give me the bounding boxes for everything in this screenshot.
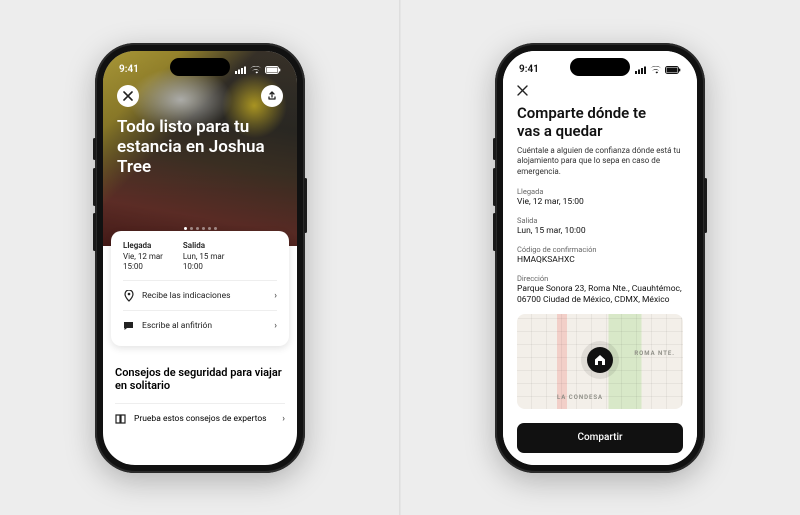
- address-value: Parque Sonora 23, Roma Nte., Cuauhtémoc,…: [517, 284, 683, 306]
- checkin-value: Vie, 12 mar 15:00: [123, 252, 163, 273]
- share-button[interactable]: [261, 85, 283, 107]
- confirmation-label: Código de confirmación: [517, 245, 683, 254]
- chat-icon: [123, 320, 134, 331]
- close-button[interactable]: [117, 85, 139, 107]
- row-message-host-label: Escribe al anfitrión: [142, 321, 212, 331]
- hero-title: Todo listo para tu estancia en Joshua Tr…: [117, 117, 267, 178]
- dynamic-island: [570, 58, 630, 76]
- chevron-right-icon: ›: [274, 321, 277, 331]
- address-block: Dirección Parque Sonora 23, Roma Nte., C…: [517, 274, 683, 306]
- checkin-value: Vie, 12 mar, 15:00: [517, 197, 683, 207]
- checkin-label: Llegada: [517, 187, 683, 196]
- checkout-value: Lun, 15 mar 10:00: [183, 252, 225, 273]
- chevron-right-icon: ›: [274, 291, 277, 301]
- map-neighborhood-label: LA CONDESA: [557, 394, 603, 401]
- map-preview[interactable]: ROMA NTE. LA CONDESA: [517, 314, 683, 409]
- confirmation-value: HMAQKSAHXC: [517, 255, 683, 265]
- phone-mockup-share-sheet: 9:41 Comparte dónde te vas a quedar Cuén…: [495, 43, 705, 473]
- checkin-block: Llegada Vie, 12 mar, 15:00: [517, 187, 683, 207]
- map-pin: [587, 347, 613, 373]
- checkout-label: Salida: [517, 216, 683, 225]
- share-icon: [267, 91, 277, 101]
- chevron-right-icon: ›: [282, 414, 285, 424]
- home-icon: [594, 354, 606, 366]
- confirmation-block: Código de confirmación HMAQKSAHXC: [517, 245, 683, 265]
- map-neighborhood-label: ROMA NTE.: [634, 350, 675, 357]
- carousel-dots[interactable]: [184, 227, 217, 236]
- pin-icon: [123, 290, 134, 301]
- checkout-block: Salida Lun, 15 mar, 10:00: [517, 216, 683, 236]
- sheet-subtitle: Cuéntale a alguien de confianza dónde es…: [517, 146, 683, 178]
- row-message-host[interactable]: Escribe al anfitrión ›: [123, 310, 277, 340]
- close-icon: [123, 91, 133, 101]
- row-safety-tips-label: Prueba estos consejos de expertos: [134, 414, 267, 424]
- row-get-directions[interactable]: Recibe las indicaciones ›: [123, 280, 277, 310]
- close-icon: [517, 85, 528, 96]
- status-indicators: [635, 66, 681, 74]
- safety-tips-title: Consejos de seguridad para viajar en sol…: [115, 366, 285, 394]
- row-safety-tips[interactable]: Prueba estos consejos de expertos ›: [115, 403, 285, 433]
- close-button[interactable]: [517, 85, 683, 96]
- safety-tips-section: Consejos de seguridad para viajar en sol…: [115, 366, 285, 434]
- trip-summary-card: Llegada Vie, 12 mar 15:00 Salida Lun, 15…: [111, 231, 289, 347]
- share-button[interactable]: Compartir: [517, 423, 683, 453]
- sheet-title: Comparte dónde te vas a quedar: [517, 104, 667, 140]
- share-button-label: Compartir: [577, 432, 622, 443]
- phone-mockup-trip-details: 9:41 Todo l: [95, 43, 305, 473]
- checkout-value: Lun, 15 mar, 10:00: [517, 226, 683, 236]
- row-get-directions-label: Recibe las indicaciones: [142, 291, 230, 301]
- dynamic-island: [170, 58, 230, 76]
- status-time: 9:41: [519, 64, 539, 75]
- page-divider: [399, 0, 401, 515]
- status-time: 9:41: [119, 64, 139, 75]
- book-icon: [115, 413, 126, 424]
- address-label: Dirección: [517, 274, 683, 283]
- status-indicators: [235, 66, 281, 74]
